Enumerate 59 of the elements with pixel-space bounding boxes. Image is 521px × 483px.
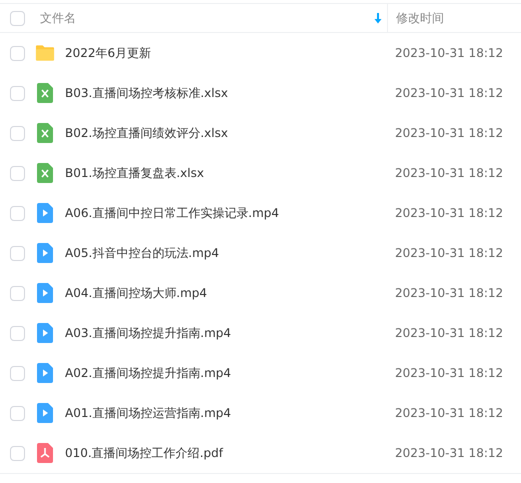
sort-arrow-icon[interactable] xyxy=(374,12,382,24)
spreadsheet-icon xyxy=(37,163,53,183)
spreadsheet-icon xyxy=(37,123,53,143)
checkbox[interactable] xyxy=(10,366,25,380)
checkbox[interactable] xyxy=(10,46,25,60)
pdf-file-icon xyxy=(37,443,53,463)
file-name[interactable]: A03.直播间场控提升指南.mp4 xyxy=(65,324,395,342)
modified-time: 2023-10-31 18:12 xyxy=(395,245,504,262)
modified-time: 2023-10-31 18:12 xyxy=(395,45,504,62)
checkbox[interactable] xyxy=(10,406,25,420)
modified-time: 2023-10-31 18:12 xyxy=(395,285,504,302)
file-name[interactable]: A04.直播间控场大师.mp4 xyxy=(65,284,395,302)
checkbox[interactable] xyxy=(10,286,25,300)
file-row[interactable]: A03.直播间场控提升指南.mp4 2023-10-31 18:12 xyxy=(0,313,521,353)
file-row[interactable]: B01.场控直播复盘表.xlsx 2023-10-31 18:12 xyxy=(0,153,521,193)
checkbox[interactable] xyxy=(10,126,25,140)
file-name[interactable]: B02.场控直播间绩效评分.xlsx xyxy=(65,124,395,142)
file-name[interactable]: A05.抖音中控台的玩法.mp4 xyxy=(65,244,395,262)
file-row[interactable]: 2022年6月更新 2023-10-31 18:12 xyxy=(0,33,521,73)
checkbox[interactable] xyxy=(10,246,25,260)
modified-time: 2023-10-31 18:12 xyxy=(395,125,504,142)
video-file-icon xyxy=(37,363,53,383)
modified-time: 2023-10-31 18:12 xyxy=(395,405,504,422)
file-name[interactable]: A01.直播间场控运营指南.mp4 xyxy=(65,404,395,422)
folder-icon xyxy=(35,44,55,62)
file-row[interactable]: B03.直播间场控考核标准.xlsx 2023-10-31 18:12 xyxy=(0,73,521,113)
checkbox[interactable] xyxy=(10,166,25,180)
modified-time: 2023-10-31 18:12 xyxy=(395,165,504,182)
video-file-icon xyxy=(37,243,53,263)
modified-time: 2023-10-31 18:12 xyxy=(395,205,504,222)
video-file-icon xyxy=(37,203,53,223)
modified-time: 2023-10-31 18:12 xyxy=(395,365,504,382)
modified-time: 2023-10-31 18:12 xyxy=(395,445,504,462)
column-header[interactable]: 修改时间 xyxy=(396,9,521,27)
file-row[interactable]: B02.场控直播间绩效评分.xlsx 2023-10-31 18:12 xyxy=(0,113,521,153)
checkbox[interactable] xyxy=(10,446,25,460)
file-name[interactable]: A06.直播间中控日常工作实操记录.mp4 xyxy=(65,204,395,222)
file-name[interactable]: 010.直播间场控工作介绍.pdf xyxy=(65,444,395,462)
checkbox[interactable] xyxy=(10,326,25,340)
modified-time: 2023-10-31 18:12 xyxy=(395,325,504,342)
file-row[interactable]: A06.直播间中控日常工作实操记录.mp4 2023-10-31 18:12 xyxy=(0,193,521,233)
file-row[interactable]: A05.抖音中控台的玩法.mp4 2023-10-31 18:12 xyxy=(0,233,521,273)
video-file-icon xyxy=(37,403,53,423)
file-row[interactable]: A04.直播间控场大师.mp4 2023-10-31 18:12 xyxy=(0,273,521,313)
file-name[interactable]: B03.直播间场控考核标准.xlsx xyxy=(65,84,395,102)
file-name[interactable]: 2022年6月更新 xyxy=(65,44,395,62)
spreadsheet-icon xyxy=(37,83,53,103)
file-row[interactable]: A01.直播间场控运营指南.mp4 2023-10-31 18:12 xyxy=(0,393,521,433)
checkbox[interactable] xyxy=(10,86,25,100)
file-row[interactable]: A02.直播间场控提升指南.mp4 2023-10-31 18:12 xyxy=(0,353,521,393)
checkbox[interactable] xyxy=(10,206,25,220)
video-file-icon xyxy=(37,323,53,343)
file-name[interactable]: B01.场控直播复盘表.xlsx xyxy=(65,164,395,182)
file-row[interactable]: 010.直播间场控工作介绍.pdf 2023-10-31 18:12 xyxy=(0,433,521,473)
modified-time: 2023-10-31 18:12 xyxy=(395,85,504,102)
file-name[interactable]: A02.直播间场控提升指南.mp4 xyxy=(65,364,395,382)
video-file-icon xyxy=(37,283,53,303)
checkbox[interactable] xyxy=(10,10,25,26)
column-header[interactable]: 文件名 xyxy=(40,9,374,27)
